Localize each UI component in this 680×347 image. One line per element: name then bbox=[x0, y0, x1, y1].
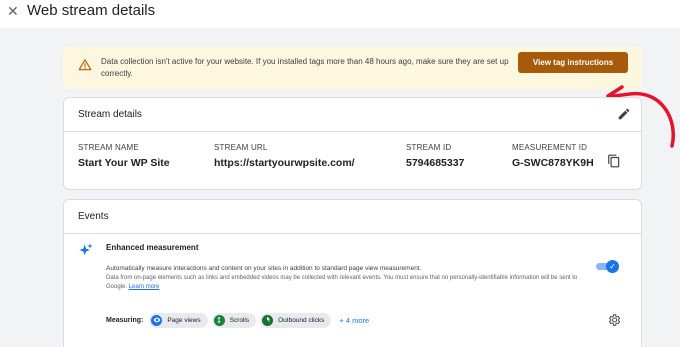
stream-name-field: STREAM NAME Start Your WP Site bbox=[78, 143, 170, 169]
page-title: Web stream details bbox=[27, 2, 156, 19]
enhanced-measurement-description: Automatically measure interactions and c… bbox=[106, 265, 422, 272]
events-header: Events bbox=[64, 200, 641, 234]
chip-label: Scrolls bbox=[229, 316, 250, 324]
top-bar: ✕ Web stream details bbox=[0, 0, 680, 28]
scroll-icon bbox=[213, 314, 225, 326]
stream-id-label: STREAM ID bbox=[406, 143, 452, 152]
stream-url-value: https://startyourwpsite.com/ bbox=[214, 157, 355, 169]
more-events-link[interactable]: + 4 more bbox=[339, 316, 369, 325]
enhanced-measurement-note-text: Data from on-page elements such as links… bbox=[106, 275, 578, 290]
close-icon[interactable]: ✕ bbox=[7, 3, 19, 20]
sparkle-icon bbox=[79, 243, 93, 256]
measuring-row: Measuring: Page views Scrolls Outbound c… bbox=[106, 312, 369, 328]
chip-page-views: Page views bbox=[149, 312, 208, 328]
stream-name-label: STREAM NAME bbox=[78, 143, 139, 152]
cursor-click-icon bbox=[262, 314, 274, 326]
measurement-id-field: MEASUREMENT ID G-SWC878YK9H bbox=[512, 143, 594, 169]
stream-id-value: 5794685337 bbox=[406, 157, 465, 169]
stream-id-field: STREAM ID 5794685337 bbox=[406, 143, 464, 169]
enhanced-measurement-title: Enhanced measurement bbox=[106, 243, 199, 252]
main-content: Data collection isn't active for your we… bbox=[0, 28, 680, 347]
stream-url-label: STREAM URL bbox=[214, 143, 268, 152]
eye-icon bbox=[151, 314, 163, 326]
warning-icon bbox=[78, 59, 92, 71]
enhanced-measurement-note: Data from on-page elements such as links… bbox=[106, 274, 581, 292]
check-icon: ✓ bbox=[606, 260, 619, 273]
measurement-id-value: G-SWC878YK9H bbox=[512, 157, 594, 169]
alert-message: Data collection isn't active for your we… bbox=[101, 57, 509, 78]
enhanced-measurement-toggle[interactable]: ✓ bbox=[596, 260, 619, 273]
stream-details-title: Stream details bbox=[78, 109, 142, 120]
events-title: Events bbox=[78, 211, 109, 222]
chip-label: Outbound clicks bbox=[278, 316, 325, 324]
gear-icon[interactable] bbox=[607, 313, 621, 327]
learn-more-link[interactable]: Learn more bbox=[129, 284, 160, 290]
stream-name-value: Start Your WP Site bbox=[78, 157, 170, 169]
events-card: Events Enhanced measurement Automaticall… bbox=[63, 199, 642, 347]
chip-scrolls: Scrolls bbox=[211, 312, 257, 328]
copy-icon[interactable] bbox=[607, 154, 621, 168]
data-collection-alert: Data collection isn't active for your we… bbox=[63, 47, 642, 89]
measurement-id-label: MEASUREMENT ID bbox=[512, 143, 588, 152]
edit-pencil-icon[interactable] bbox=[617, 107, 631, 121]
chip-label: Page views bbox=[167, 316, 201, 324]
stream-details-card: Stream details STREAM NAME Start Your WP… bbox=[63, 97, 642, 190]
stream-url-field: STREAM URL https://startyourwpsite.com/ bbox=[214, 143, 355, 169]
view-tag-instructions-button[interactable]: View tag instructions bbox=[518, 52, 628, 73]
stream-details-header: Stream details bbox=[64, 98, 641, 132]
measuring-label: Measuring: bbox=[106, 316, 144, 324]
chip-outbound-clicks: Outbound clicks bbox=[260, 312, 332, 328]
